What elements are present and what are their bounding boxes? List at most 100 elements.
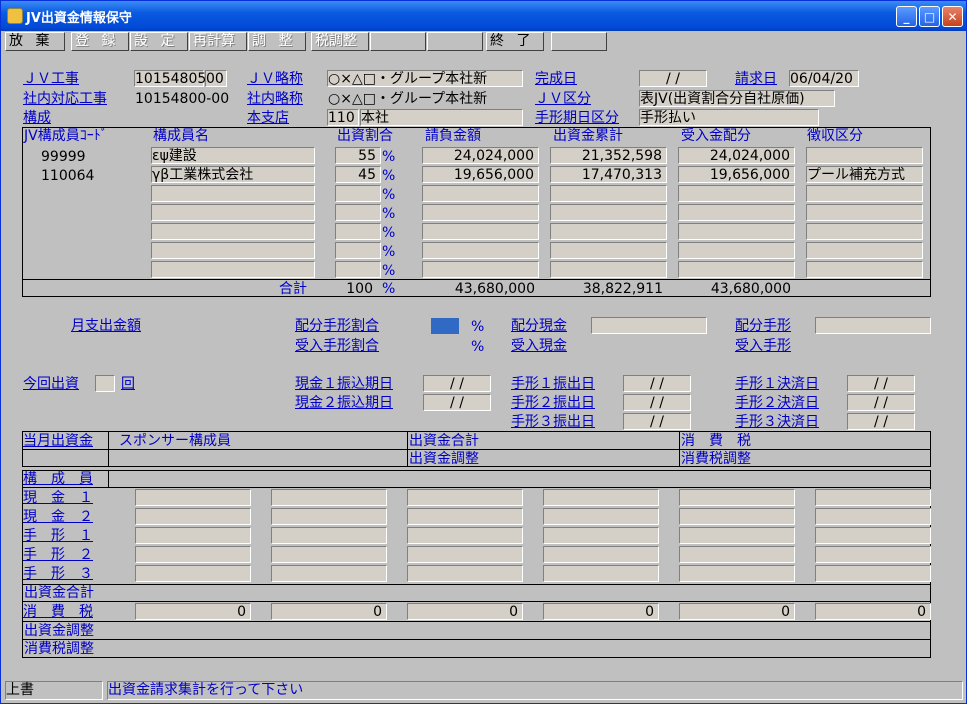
member-haibun-field[interactable]: 19,656,000 [678,166,795,183]
member-ratio-field[interactable] [335,204,381,221]
exit-button[interactable]: 終 了 [486,32,544,51]
haibun-tegata-label[interactable]: 配分手形 [735,318,791,334]
haibun-tegata-wariai-label[interactable]: 配分手形割合 [295,318,379,334]
member-choshu-field[interactable]: プール補充方式 [806,166,923,183]
haibun-tegata-field[interactable] [815,317,931,334]
shanai-ryaku-label[interactable]: 社内略称 [247,91,303,107]
honshiten-label[interactable]: 本支店 [247,110,289,126]
tegata3-kessai-label[interactable]: 手形３決済日 [735,414,819,430]
member-ratio-field[interactable]: 55 [335,147,381,164]
jv-kouji-suffix-field[interactable]: 00 [205,70,227,87]
lower-cell-field[interactable] [679,527,795,544]
shohizei-cell[interactable]: 0 [271,603,387,620]
member-ukeoi-field[interactable]: 24,024,000 [422,147,539,164]
jv-kubun-label[interactable]: ＪＶ区分 [535,91,591,107]
lower-cell-field[interactable] [407,546,523,563]
ukeire-genkin-label[interactable]: 受入現金 [511,338,567,354]
lower-cell-field[interactable] [815,489,931,506]
minimize-button[interactable]: _ [896,6,917,27]
lower-cell-field[interactable] [135,527,251,544]
shohizei-cell[interactable]: 0 [135,603,251,620]
member-ruikei-field[interactable] [550,204,667,221]
member-name-field[interactable] [151,223,315,240]
lower-cell-field[interactable] [543,508,659,525]
lower-cell-field[interactable] [815,565,931,582]
lower-cell-field[interactable] [679,489,795,506]
lower-row-label[interactable]: 現 金 １ [23,490,93,506]
tegata2-kessai-date[interactable]: / / [847,394,915,411]
jv-kouji-field[interactable]: 10154805 [134,70,206,87]
member-choshu-field[interactable] [806,223,923,240]
member-choshu-field[interactable] [806,185,923,202]
haibun-genkin-label[interactable]: 配分現金 [511,318,567,334]
lower-cell-field[interactable] [407,508,523,525]
lower-cell-field[interactable] [135,489,251,506]
member-choshu-field[interactable] [806,261,923,278]
lower-cell-field[interactable] [543,565,659,582]
lower-cell-field[interactable] [815,527,931,544]
honshiten-name-field[interactable]: 本社 [360,109,523,126]
member-haibun-field[interactable] [678,185,795,202]
kansei-label[interactable]: 完成日 [535,71,577,87]
ukeire-tegata-label[interactable]: 受入手形 [735,338,791,354]
shohizei-cell[interactable]: 0 [543,603,659,620]
lower-cell-field[interactable] [407,527,523,544]
close-button[interactable]: ✕ [942,6,963,27]
blank-button-1[interactable] [370,32,426,51]
tougetsu-label[interactable]: 当月出資金 [23,433,93,449]
member-choshu-field[interactable] [806,147,923,164]
member-ukeoi-field[interactable] [422,204,539,221]
member-ruikei-field[interactable]: 17,470,313 [550,166,667,183]
kai-label[interactable]: 回 [121,376,135,392]
tegata2-kessai-label[interactable]: 手形２決済日 [735,395,819,411]
getsushi-label[interactable]: 月支出金額 [71,318,141,334]
tegata1-kessai-label[interactable]: 手形１決済日 [735,376,819,392]
member-haibun-field[interactable]: 24,024,000 [678,147,795,164]
tegata2-furi-date[interactable]: / / [623,394,691,411]
member-ukeoi-field[interactable] [422,223,539,240]
shohizei-cell[interactable]: 0 [815,603,931,620]
member-ratio-field[interactable] [335,223,381,240]
setting-button[interactable]: 設 定 [130,32,188,51]
lower-cell-field[interactable] [271,489,387,506]
member-ratio-field[interactable]: 45 [335,166,381,183]
kansei-date-field[interactable]: / / [639,70,707,87]
tegata3-kessai-date[interactable]: / / [847,413,915,430]
member-haibun-field[interactable] [678,242,795,259]
member-ratio-field[interactable] [335,242,381,259]
tax-adjust-button[interactable]: 税調整 [311,32,369,51]
lower-cell-field[interactable] [271,527,387,544]
member-ratio-field[interactable] [335,261,381,278]
shohizei-cell[interactable]: 0 [407,603,523,620]
lower-row-label[interactable]: 手 形 ２ [23,547,93,563]
lower-cell-field[interactable] [543,489,659,506]
honshiten-code-field[interactable]: 110 [327,109,359,126]
discard-button[interactable]: 放 棄 [5,32,65,51]
member-choshu-field[interactable] [806,242,923,259]
seikyu-label[interactable]: 請求日 [735,71,777,87]
member-ukeoi-field[interactable] [422,261,539,278]
member-ruikei-field[interactable]: 21,352,598 [550,147,667,164]
tegata3-furi-label[interactable]: 手形３振出日 [511,414,595,430]
member-name-field[interactable] [151,185,315,202]
lower-cell-field[interactable] [815,546,931,563]
lower-cell-field[interactable] [815,508,931,525]
tegata1-furi-date[interactable]: / / [623,375,691,392]
ukeire-tegata-wariai-label[interactable]: 受入手形割合 [295,338,379,354]
tegata2-furi-label[interactable]: 手形２振出日 [511,395,595,411]
genkin2-label[interactable]: 現金２振込期日 [295,395,393,411]
jv-ryaku-label[interactable]: ＪＶ略称 [247,71,303,87]
lower-cell-field[interactable] [407,489,523,506]
lower-cell-field[interactable] [271,546,387,563]
recalc-button[interactable]: 再計算 [189,32,247,51]
member-ratio-field[interactable] [335,185,381,202]
lower-cell-field[interactable] [135,508,251,525]
lower-cell-field[interactable] [135,565,251,582]
member-choshu-field[interactable] [806,204,923,221]
member-ruikei-field[interactable] [550,242,667,259]
blank-button-2[interactable] [427,32,483,51]
member-ukeoi-field[interactable] [422,242,539,259]
member-haibun-field[interactable] [678,223,795,240]
lower-cell-field[interactable] [679,565,795,582]
member-name-field[interactable] [151,204,315,221]
